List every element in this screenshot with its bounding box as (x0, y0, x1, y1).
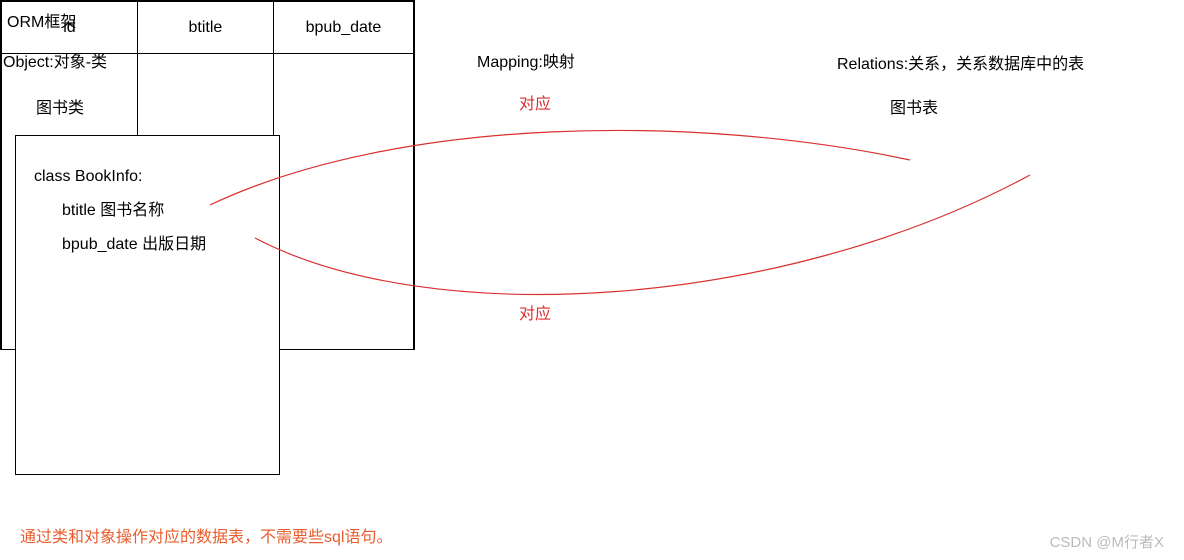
mapping-top-label: 对应 (519, 90, 551, 114)
footer-note: 通过类和对象操作对应的数据表，不需要些sql语句。 (20, 523, 392, 547)
watermark: CSDN @M行者X (1050, 531, 1164, 552)
mapping-bottom-label: 对应 (519, 300, 551, 324)
class-field-bpubdate: bpub_date 出版日期 (34, 230, 261, 254)
col-btitle: btitle (137, 2, 273, 54)
orm-title: ORM框架 (7, 8, 76, 32)
table-panel-title: 图书表 (890, 94, 938, 118)
relations-label: Relations:关系，关系数据库中的表 (837, 50, 1084, 74)
class-declaration: class BookInfo: (34, 168, 261, 186)
class-field-btitle: btitle 图书名称 (34, 196, 261, 220)
object-label: Object:对象-类 (3, 48, 107, 72)
class-box: class BookInfo: btitle 图书名称 bpub_date 出版… (15, 135, 280, 475)
class-panel-title: 图书类 (36, 94, 84, 118)
col-bpubdate: bpub_date (273, 2, 413, 54)
mapping-label: Mapping:映射 (477, 48, 575, 72)
